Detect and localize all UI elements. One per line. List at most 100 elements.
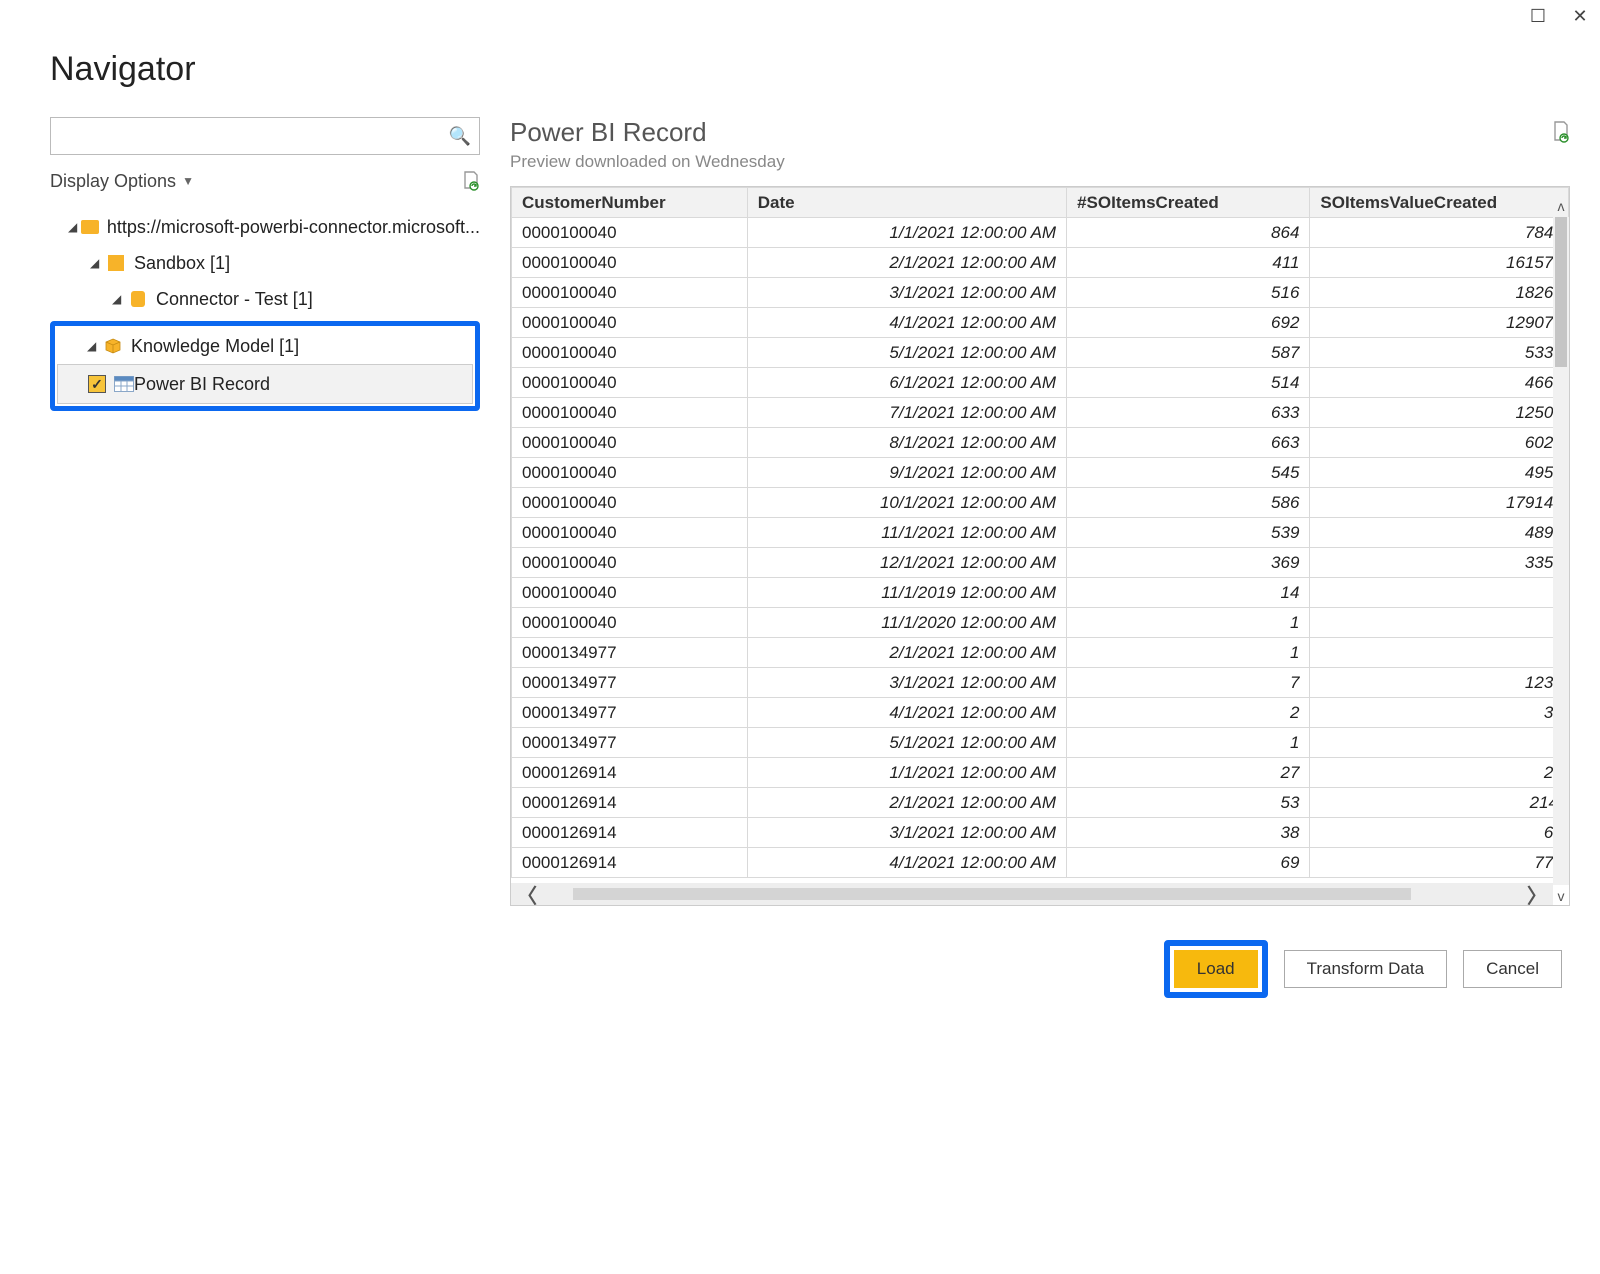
table-cell — [1310, 638, 1569, 668]
expand-collapse-icon[interactable]: ◢ — [68, 220, 81, 234]
search-icon[interactable]: 🔍 — [449, 126, 471, 147]
table-cell: 1 — [1067, 638, 1310, 668]
load-button[interactable]: Load — [1174, 950, 1258, 988]
table-cell: 17914. — [1310, 488, 1569, 518]
refresh-preview-icon[interactable] — [1552, 121, 1570, 148]
preview-subtitle: Preview downloaded on Wednesday — [510, 152, 785, 172]
checkbox-checked-icon[interactable] — [88, 375, 106, 393]
tree-node-power-bi-record[interactable]: Power BI Record — [57, 364, 473, 404]
table-cell: 8/1/2021 12:00:00 AM — [747, 428, 1066, 458]
table-row[interactable]: 000010004011/1/2021 12:00:00 AM539489. — [512, 518, 1569, 548]
tree-node-connector[interactable]: ◢ Connector - Test [1] — [50, 281, 480, 317]
table-cell: 411 — [1067, 248, 1310, 278]
navigator-left-pane: 🔍 Display Options ▼ ◢ https://microsoft-… — [50, 117, 480, 998]
column-header[interactable]: Date — [747, 188, 1066, 218]
table-cell: 514 — [1067, 368, 1310, 398]
table-cell: 53 — [1067, 788, 1310, 818]
cancel-button[interactable]: Cancel — [1463, 950, 1562, 988]
table-cell: 0000100040 — [512, 428, 748, 458]
table-cell: 12907. — [1310, 308, 1569, 338]
scroll-right-icon[interactable]: 〉 — [1527, 880, 1547, 907]
table-cell: 12/1/2021 12:00:00 AM — [747, 548, 1066, 578]
table-row[interactable]: 00001000405/1/2021 12:00:00 AM587533. — [512, 338, 1569, 368]
expand-collapse-icon[interactable]: ◢ — [90, 256, 106, 270]
scroll-up-icon[interactable]: ʌ — [1553, 197, 1569, 215]
tree-node-root[interactable]: ◢ https://microsoft-powerbi-connector.mi… — [50, 209, 480, 245]
display-options-dropdown[interactable]: Display Options ▼ — [50, 171, 194, 192]
table-row[interactable]: 000010004012/1/2021 12:00:00 AM369335. — [512, 548, 1569, 578]
table-cell: 11/1/2019 12:00:00 AM — [747, 578, 1066, 608]
table-row[interactable]: 00001269142/1/2021 12:00:00 AM53214 — [512, 788, 1569, 818]
expand-collapse-icon[interactable]: ◢ — [87, 339, 103, 353]
table-row[interactable]: 00001000402/1/2021 12:00:00 AM41116157. — [512, 248, 1569, 278]
table-cell: 3/1/2021 12:00:00 AM — [747, 278, 1066, 308]
window-maximize-button[interactable]: ☐ — [1526, 4, 1550, 28]
table-cell: 3/1/2021 12:00:00 AM — [747, 668, 1066, 698]
vertical-scrollbar[interactable]: ʌ v — [1553, 217, 1569, 885]
table-cell: 335. — [1310, 548, 1569, 578]
table-cell: 539 — [1067, 518, 1310, 548]
table-cell: 4/1/2021 12:00:00 AM — [747, 698, 1066, 728]
table-cell: 9/1/2021 12:00:00 AM — [747, 458, 1066, 488]
window-close-button[interactable]: ✕ — [1568, 4, 1592, 28]
table-cell: 3/1/2021 12:00:00 AM — [747, 818, 1066, 848]
table-cell: 14 — [1067, 578, 1310, 608]
transform-data-button[interactable]: Transform Data — [1284, 950, 1447, 988]
page-refresh-icon[interactable] — [462, 171, 480, 191]
table-cell: 5/1/2021 12:00:00 AM — [747, 338, 1066, 368]
table-row[interactable]: 000010004010/1/2021 12:00:00 AM58617914. — [512, 488, 1569, 518]
expand-collapse-icon[interactable]: ◢ — [112, 292, 128, 306]
table-row[interactable]: 00001000401/1/2021 12:00:00 AM864784. — [512, 218, 1569, 248]
table-row[interactable]: 00001349775/1/2021 12:00:00 AM1 — [512, 728, 1569, 758]
table-cell: 692 — [1067, 308, 1310, 338]
table-row[interactable]: 00001349774/1/2021 12:00:00 AM23. — [512, 698, 1569, 728]
horizontal-scrollbar[interactable]: 〈 〉 — [511, 883, 1553, 905]
scroll-down-icon[interactable]: v — [1553, 887, 1569, 905]
table-row[interactable]: 00001000407/1/2021 12:00:00 AM6331250. — [512, 398, 1569, 428]
tree-node-label: Sandbox [1] — [134, 253, 230, 274]
table-row[interactable]: 000010004011/1/2020 12:00:00 AM1 — [512, 608, 1569, 638]
scrollbar-thumb[interactable] — [1555, 217, 1567, 367]
search-input-container[interactable]: 🔍 — [50, 117, 480, 155]
table-cell: 2 — [1067, 698, 1310, 728]
table-row[interactable]: 000010004011/1/2019 12:00:00 AM14 — [512, 578, 1569, 608]
table-cell: 516 — [1067, 278, 1310, 308]
tree-node-sandbox[interactable]: ◢ Sandbox [1] — [50, 245, 480, 281]
table-row[interactable]: 00001269141/1/2021 12:00:00 AM272. — [512, 758, 1569, 788]
table-cell: 6. — [1310, 818, 1569, 848]
table-row[interactable]: 00001349773/1/2021 12:00:00 AM7123. — [512, 668, 1569, 698]
table-cell — [1310, 728, 1569, 758]
column-header[interactable]: CustomerNumber — [512, 188, 748, 218]
search-input[interactable] — [59, 127, 449, 145]
table-cell: 495. — [1310, 458, 1569, 488]
table-cell: 6/1/2021 12:00:00 AM — [747, 368, 1066, 398]
table-row[interactable]: 00001000409/1/2021 12:00:00 AM545495. — [512, 458, 1569, 488]
table-cell: 0000100040 — [512, 368, 748, 398]
table-cell: 38 — [1067, 818, 1310, 848]
table-cell — [1310, 578, 1569, 608]
scrollbar-thumb[interactable] — [573, 888, 1411, 900]
table-row[interactable]: 00001000408/1/2021 12:00:00 AM663602. — [512, 428, 1569, 458]
column-header[interactable]: SOItemsValueCreated — [1310, 188, 1569, 218]
table-row[interactable]: 00001000406/1/2021 12:00:00 AM514466. — [512, 368, 1569, 398]
tree-node-knowledge-model[interactable]: ◢ Knowledge Model [1] — [57, 328, 473, 364]
chevron-down-icon: ▼ — [182, 174, 194, 188]
display-options-label: Display Options — [50, 171, 176, 192]
preview-title: Power BI Record — [510, 117, 785, 148]
column-header[interactable]: #SOItemsCreated — [1067, 188, 1310, 218]
table-row[interactable]: 00001269143/1/2021 12:00:00 AM386. — [512, 818, 1569, 848]
table-row[interactable]: 00001349772/1/2021 12:00:00 AM1 — [512, 638, 1569, 668]
table-cell: 0000100040 — [512, 248, 748, 278]
table-row[interactable]: 00001000403/1/2021 12:00:00 AM5161826. — [512, 278, 1569, 308]
table-cell: 0000100040 — [512, 518, 748, 548]
table-cell: 7/1/2021 12:00:00 AM — [747, 398, 1066, 428]
table-header-row: CustomerNumber Date #SOItemsCreated SOIt… — [512, 188, 1569, 218]
dialog-footer: Load Transform Data Cancel — [510, 940, 1570, 998]
table-cell: 1250. — [1310, 398, 1569, 428]
table-row[interactable]: 00001269144/1/2021 12:00:00 AM6977. — [512, 848, 1569, 878]
table-cell: 0000134977 — [512, 668, 748, 698]
scroll-left-icon[interactable]: 〈 — [517, 880, 537, 907]
tree-leaf-label: Power BI Record — [134, 374, 270, 395]
table-row[interactable]: 00001000404/1/2021 12:00:00 AM69212907. — [512, 308, 1569, 338]
table-cell: 7 — [1067, 668, 1310, 698]
